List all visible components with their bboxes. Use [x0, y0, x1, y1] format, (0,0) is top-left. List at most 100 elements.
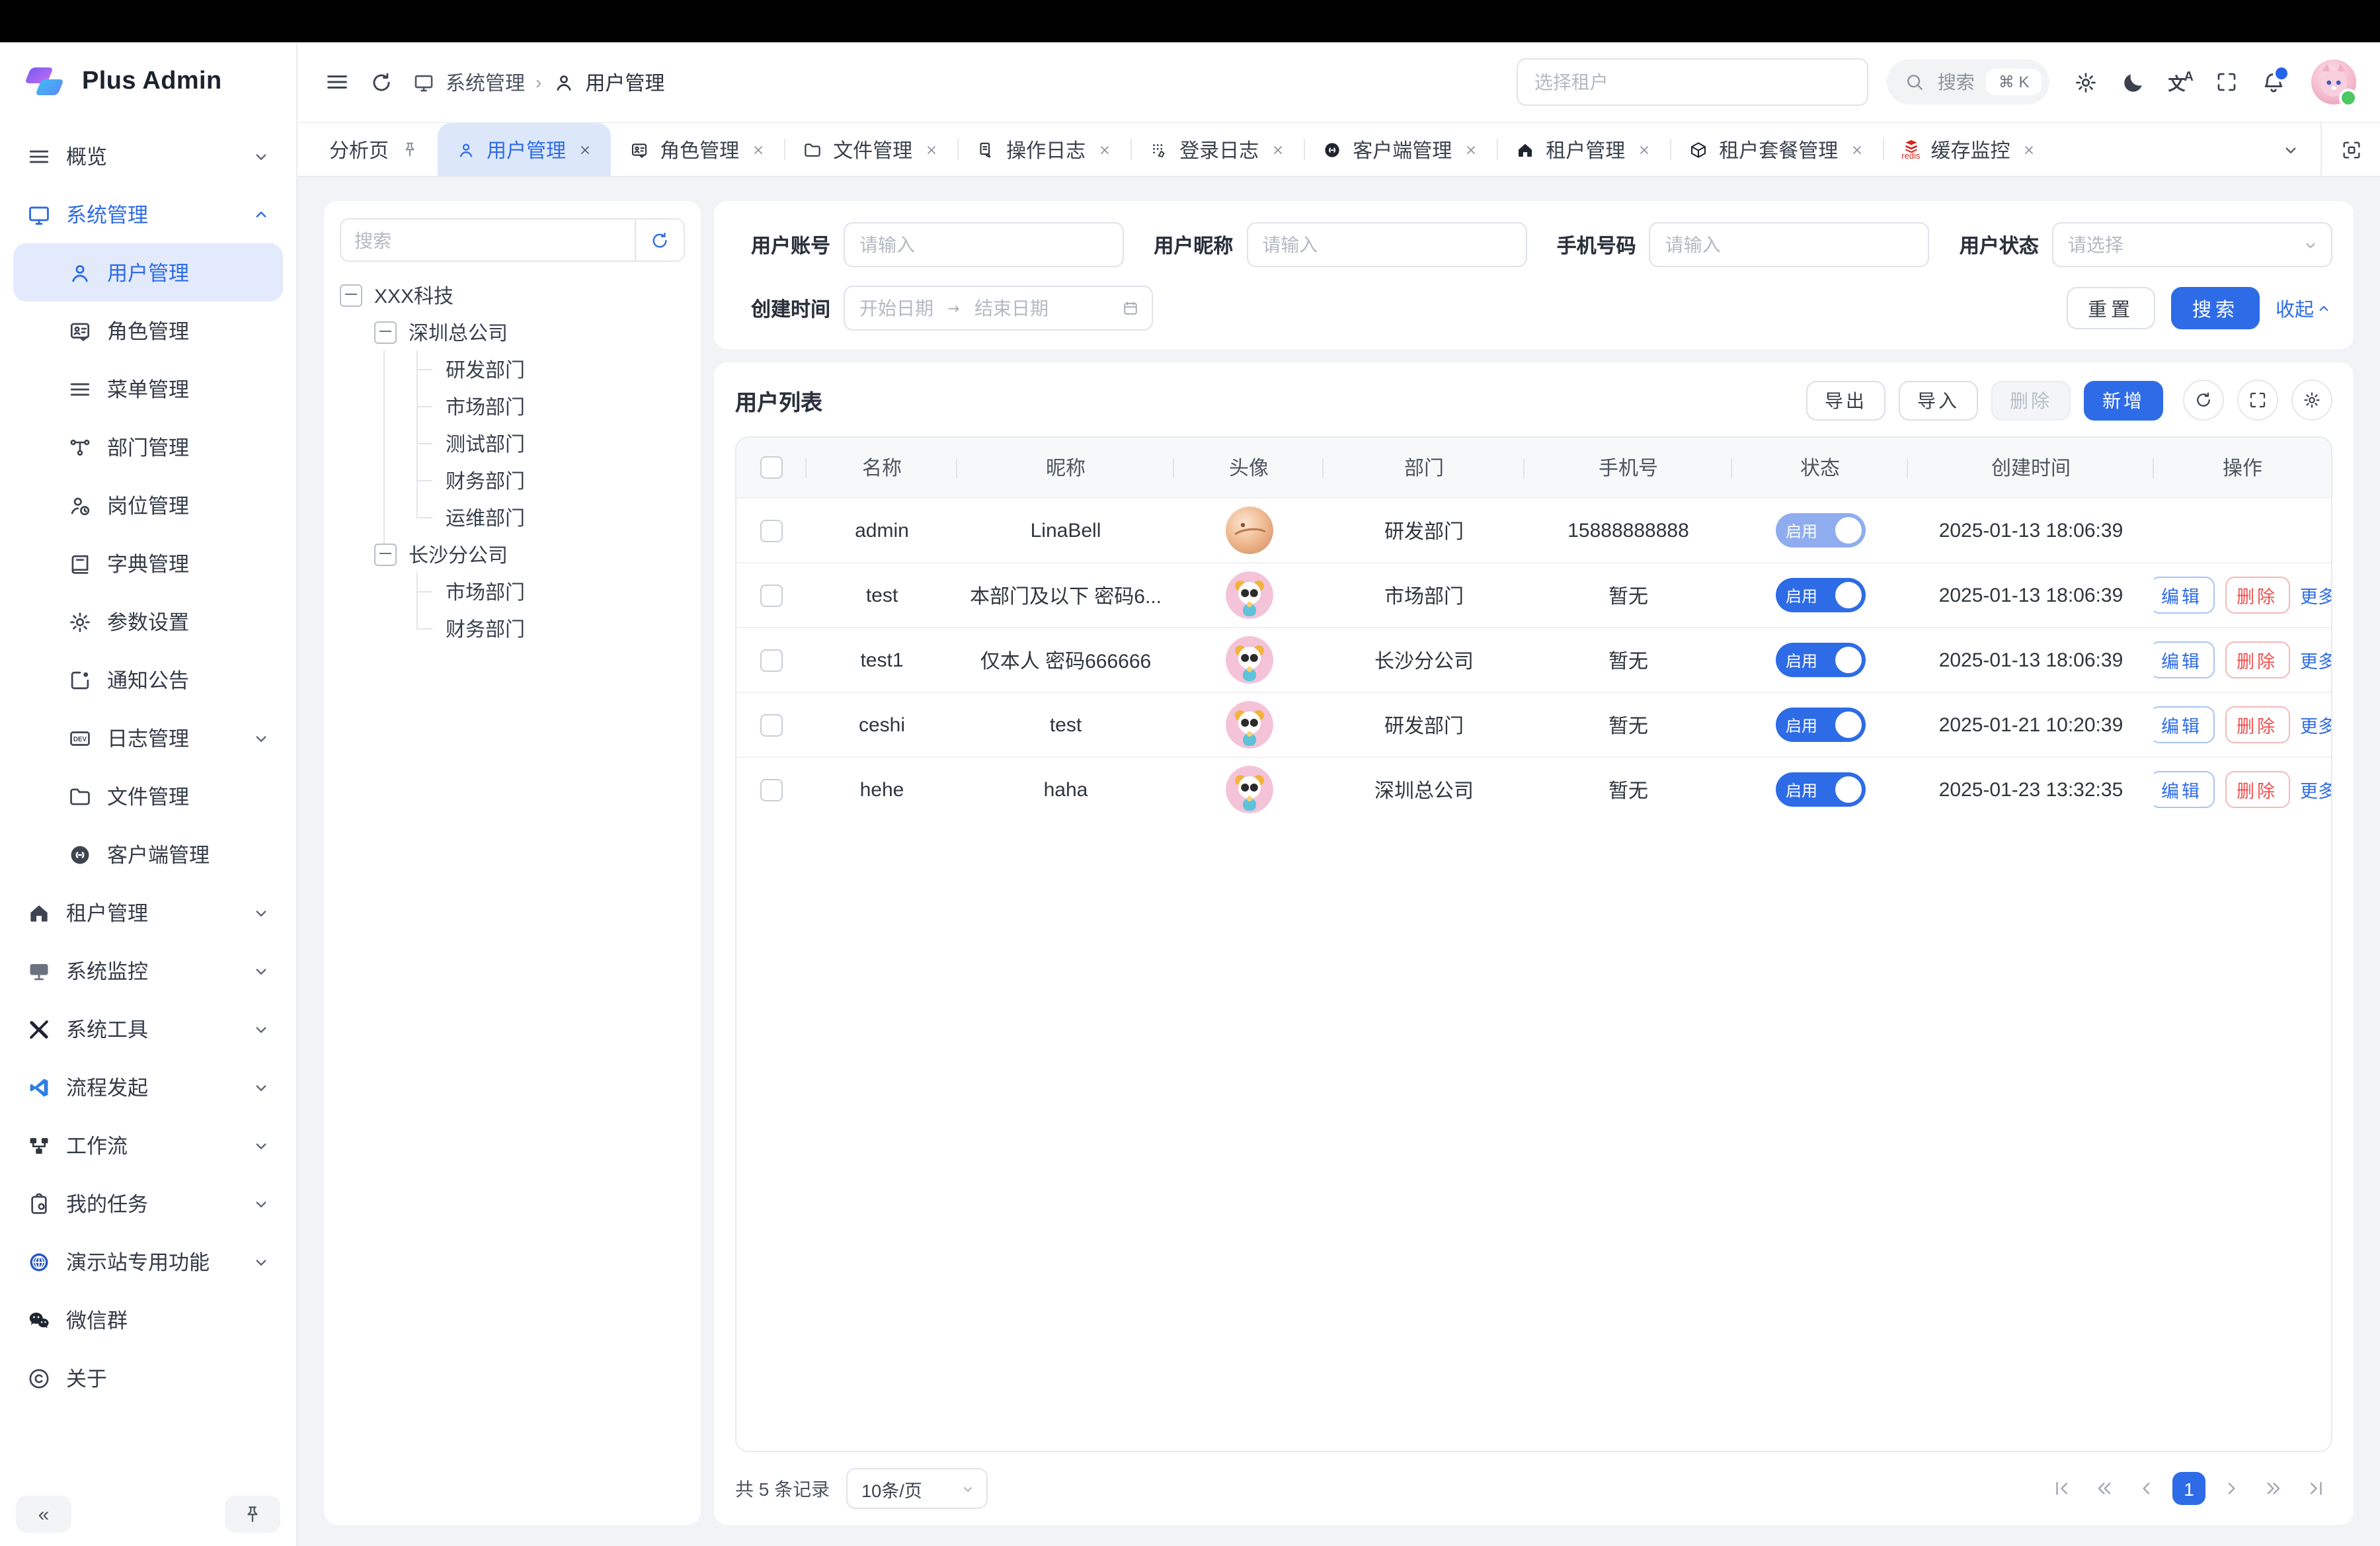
close-icon[interactable]: [2022, 142, 2037, 157]
sidebar-item-param-settings[interactable]: 参数设置: [13, 592, 283, 651]
table-fullscreen-button[interactable]: [2237, 380, 2278, 421]
tab-cache-monitor[interactable]: redis 缓存监控: [1883, 123, 2055, 176]
more-actions-link[interactable]: 更多: [2300, 712, 2331, 738]
sidebar-item-overview[interactable]: 概览: [13, 127, 283, 185]
breadcrumb-system-management[interactable]: 系统管理: [446, 68, 525, 96]
sidebar-item-client-management[interactable]: 客户端管理: [13, 825, 283, 883]
page-number-1[interactable]: 1: [2172, 1472, 2205, 1505]
app-logo[interactable]: Plus Admin: [0, 42, 296, 122]
tab-operation-log[interactable]: 操作日志: [957, 123, 1130, 176]
date-range-picker[interactable]: 开始日期 结束日期: [844, 286, 1153, 331]
tree-node-test-dept[interactable]: 测试部门: [340, 425, 685, 462]
tab-role-management[interactable]: 角色管理: [611, 123, 784, 176]
status-select[interactable]: 请选择: [2052, 222, 2332, 267]
tree-node-finance-dept-2[interactable]: 财务部门: [340, 610, 685, 647]
tree-node-ops-dept[interactable]: 运维部门: [340, 499, 685, 536]
sidebar-item-post-management[interactable]: 岗位管理: [13, 476, 283, 534]
close-icon[interactable]: [924, 142, 939, 157]
delete-button[interactable]: 删除: [1991, 380, 2071, 420]
tab-user-management[interactable]: 用户管理: [438, 123, 611, 176]
row-checkbox[interactable]: [760, 649, 783, 671]
sidebar-item-wechat-group[interactable]: 微信群: [13, 1291, 283, 1349]
delete-row-button[interactable]: 删除: [2225, 771, 2289, 808]
content-fullscreen-icon[interactable]: [2320, 123, 2380, 176]
tab-tenant-management[interactable]: 租户管理: [1497, 123, 1670, 176]
next-pages-button[interactable]: [2257, 1472, 2290, 1505]
close-icon[interactable]: [578, 142, 592, 157]
breadcrumb-user-management[interactable]: 用户管理: [585, 68, 664, 96]
sidebar-item-system-tools[interactable]: 系统工具: [13, 1000, 283, 1058]
sidebar-item-tenant-management[interactable]: 租户管理: [13, 883, 283, 942]
tab-login-log[interactable]: 登录日志: [1130, 123, 1304, 176]
fullscreen-icon[interactable]: [2215, 70, 2239, 94]
pin-sidebar-button[interactable]: [225, 1496, 280, 1533]
tab-analysis-page[interactable]: 分析页: [311, 123, 438, 176]
close-icon[interactable]: [1097, 142, 1112, 157]
sidebar-item-log-management[interactable]: 日志管理: [13, 709, 283, 767]
collapse-filters-link[interactable]: 收起: [2276, 294, 2332, 322]
delete-row-button[interactable]: 删除: [2225, 641, 2289, 678]
status-toggle[interactable]: 启用: [1775, 643, 1865, 677]
status-toggle[interactable]: 启用: [1775, 513, 1865, 548]
delete-row-button[interactable]: 删除: [2225, 577, 2289, 614]
tree-node-market-dept-2[interactable]: 市场部门: [340, 573, 685, 610]
sidebar-item-demo-features[interactable]: 演示站专用功能: [13, 1233, 283, 1291]
page-size-select[interactable]: 10条/页: [846, 1468, 987, 1509]
status-toggle[interactable]: 启用: [1775, 708, 1865, 742]
sidebar-item-about[interactable]: 关于: [13, 1349, 283, 1407]
last-page-button[interactable]: [2299, 1472, 2332, 1505]
collapse-node-icon[interactable]: [374, 321, 397, 343]
close-icon[interactable]: [1637, 142, 1651, 157]
tree-refresh-button[interactable]: [635, 220, 684, 261]
hamburger-menu-icon[interactable]: [324, 69, 350, 95]
tab-file-management[interactable]: 文件管理: [784, 123, 957, 176]
dark-mode-moon-icon[interactable]: [2121, 69, 2146, 95]
next-page-button[interactable]: [2215, 1472, 2248, 1505]
close-icon[interactable]: [751, 142, 766, 157]
tree-node-rd-dept[interactable]: 研发部门: [340, 350, 685, 387]
tree-node-company[interactable]: XXX科技: [340, 276, 685, 313]
edit-button[interactable]: 编辑: [2154, 641, 2214, 678]
row-checkbox[interactable]: [760, 713, 783, 736]
row-checkbox[interactable]: [760, 778, 783, 801]
tab-tenant-package-management[interactable]: 租户套餐管理: [1670, 123, 1883, 176]
sidebar-item-system-management[interactable]: 系统管理: [13, 185, 283, 243]
edit-button[interactable]: 编辑: [2154, 577, 2214, 614]
more-actions-link[interactable]: 更多: [2300, 647, 2331, 673]
sidebar-item-notice[interactable]: 通知公告: [13, 651, 283, 709]
close-icon[interactable]: [1271, 142, 1285, 157]
first-page-button[interactable]: [2045, 1472, 2079, 1505]
language-translate-icon[interactable]: 文A: [2168, 69, 2193, 95]
user-avatar[interactable]: [2311, 60, 2356, 104]
phone-input[interactable]: [1649, 222, 1930, 267]
sidebar-item-my-tasks[interactable]: 我的任务: [13, 1174, 283, 1233]
status-toggle[interactable]: 启用: [1775, 578, 1865, 612]
search-button[interactable]: 搜索: [2171, 287, 2260, 329]
sidebar-item-system-monitor[interactable]: 系统监控: [13, 942, 283, 1000]
delete-row-button[interactable]: 删除: [2225, 706, 2289, 743]
close-icon[interactable]: [1464, 142, 1478, 157]
add-button[interactable]: 新增: [2084, 380, 2163, 420]
collapse-sidebar-button[interactable]: «: [16, 1496, 71, 1533]
sidebar-item-file-management[interactable]: 文件管理: [13, 767, 283, 825]
tree-node-market-dept[interactable]: 市场部门: [340, 387, 685, 425]
more-actions-link[interactable]: 更多: [2300, 776, 2331, 803]
sidebar-item-role-management[interactable]: 角色管理: [13, 302, 283, 360]
tree-node-changsha-branch[interactable]: 长沙分公司: [340, 536, 685, 573]
settings-gear-icon[interactable]: [2073, 69, 2098, 95]
sidebar-item-process-start[interactable]: 流程发起: [13, 1058, 283, 1116]
select-all-checkbox[interactable]: [760, 456, 783, 479]
tab-list-dropdown-icon[interactable]: [2261, 123, 2320, 176]
account-input[interactable]: [844, 222, 1124, 267]
tab-client-management[interactable]: 客户端管理: [1304, 123, 1497, 176]
collapse-node-icon[interactable]: [374, 543, 397, 565]
collapse-node-icon[interactable]: [340, 284, 362, 306]
column-settings-button[interactable]: [2291, 380, 2332, 421]
import-button[interactable]: 导入: [1899, 380, 1978, 420]
prev-pages-button[interactable]: [2088, 1472, 2121, 1505]
row-checkbox[interactable]: [760, 584, 783, 606]
sidebar-item-dept-management[interactable]: 部门管理: [13, 418, 283, 476]
sidebar-item-dict-management[interactable]: 字典管理: [13, 534, 283, 592]
notifications-bell-icon[interactable]: [2261, 69, 2286, 95]
sidebar-item-menu-management[interactable]: 菜单管理: [13, 360, 283, 418]
